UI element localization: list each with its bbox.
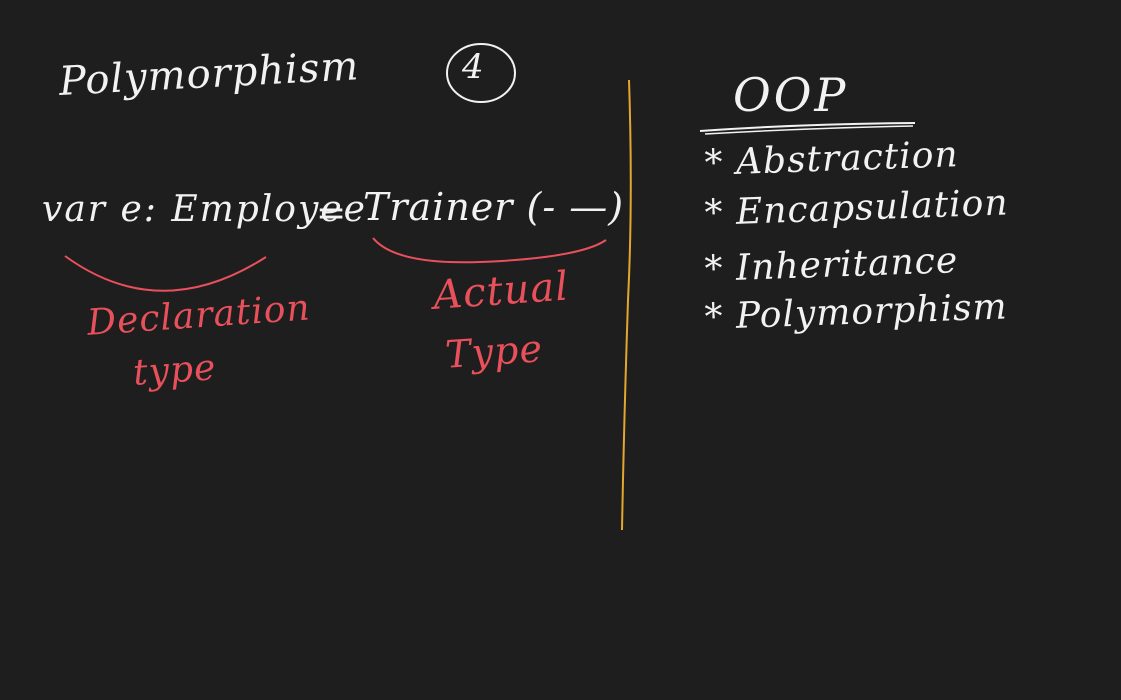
oop-underline-2 — [704, 125, 914, 135]
declaration-type-label: type — [131, 347, 218, 394]
code-equals: = — [316, 193, 348, 234]
page-number: 4 — [462, 47, 485, 87]
code-constructor: Trainer (- —) — [363, 185, 625, 229]
oop-item-polymorphism: * Polymorphism — [703, 286, 1009, 338]
oop-item-encapsulation: * Encapsulation — [703, 182, 1010, 234]
declaration-brace — [64, 255, 267, 292]
whiteboard-canvas[interactable]: Polymorphism 4 var e: Employee = Trainer… — [0, 0, 1121, 700]
actual-type-label: Type — [443, 326, 545, 377]
oop-underline-1 — [699, 122, 916, 132]
vertical-divider — [621, 79, 632, 531]
oop-item-inheritance: * Inheritance — [703, 240, 959, 290]
declaration-label: Declaration — [85, 287, 312, 344]
actual-label: Actual — [431, 263, 571, 319]
board-title: Polymorphism — [57, 43, 361, 105]
oop-heading: OOP — [733, 68, 849, 122]
oop-item-abstraction: * Abstraction — [703, 134, 960, 184]
actual-brace — [372, 237, 607, 264]
